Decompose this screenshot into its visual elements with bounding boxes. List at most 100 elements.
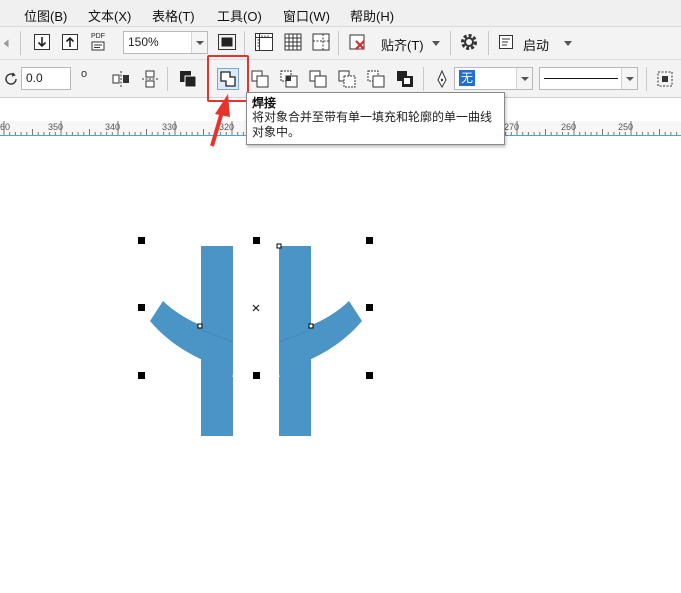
ruler-label: 340 (105, 122, 121, 132)
launcher-icon (499, 35, 513, 49)
weld-tooltip: 焊接 将对象合并至带有单一填充和轮廓的单一曲线对象中。 (246, 92, 505, 145)
chevron-down-icon[interactable] (564, 41, 572, 46)
front-minus-back-button[interactable] (336, 68, 358, 90)
import-button[interactable] (31, 31, 53, 53)
zoom-level-select[interactable]: 150% (123, 31, 208, 54)
chevron-down-icon[interactable] (432, 41, 440, 46)
options-button[interactable] (458, 31, 480, 53)
trim-button[interactable] (249, 68, 271, 90)
handle-top-right[interactable] (366, 237, 373, 244)
line-style-preview (544, 78, 618, 79)
back-minus-front-button[interactable] (365, 68, 387, 90)
ruler-label: 60 (0, 122, 11, 132)
pdf-label: PDF (91, 33, 105, 40)
node-marker[interactable] (308, 323, 314, 329)
toolbar-separator (450, 31, 451, 55)
center-cross-icon[interactable] (252, 304, 260, 312)
rulers-icon (255, 33, 273, 51)
export-button[interactable] (59, 31, 81, 53)
intersect-icon (280, 70, 298, 88)
snap-off-button[interactable] (347, 31, 369, 53)
full-screen-icon (218, 34, 236, 50)
combine-button[interactable] (177, 68, 199, 90)
standard-toolbar: PDF 150% 贴齐(T) 启动 (0, 27, 681, 60)
zoom-level-value: 150% (128, 35, 159, 49)
show-guidelines-button[interactable] (310, 31, 332, 53)
back-minus-front-icon (367, 70, 385, 88)
simplify-icon (309, 70, 327, 88)
rotation-icon-wrap (0, 68, 22, 90)
guidelines-icon (312, 33, 330, 51)
handle-bottom-center[interactable] (253, 372, 260, 379)
mirror-horizontal-icon (112, 71, 129, 87)
launch-button[interactable] (495, 31, 517, 53)
outline-pen-icon-wrap (431, 68, 453, 90)
chevron-down-icon[interactable] (516, 68, 532, 89)
overflow-icon[interactable] (3, 39, 9, 48)
gear-icon (461, 34, 477, 50)
grid-icon (284, 33, 302, 51)
rotation-angle-input[interactable]: 0.0 (21, 67, 71, 90)
menu-text[interactable]: 文本(X) (88, 6, 131, 25)
mirror-horizontal-button[interactable] (110, 68, 132, 90)
boundary-icon (397, 71, 413, 87)
ruler-label: 270 (504, 122, 520, 132)
front-minus-back-icon (338, 70, 356, 88)
chevron-down-icon[interactable] (621, 68, 637, 89)
tooltip-title: 焊接 (252, 96, 277, 110)
node-marker[interactable] (197, 323, 203, 329)
menu-bitmap[interactable]: 位图(B) (24, 6, 67, 25)
toolbar-separator (167, 67, 168, 91)
handle-top-left[interactable] (138, 237, 145, 244)
menu-tools[interactable]: 工具(O) (217, 6, 262, 25)
show-grid-button[interactable] (282, 31, 304, 53)
publish-pdf-button[interactable]: PDF (87, 31, 109, 53)
tooltip-description: 将对象合并至带有单一填充和轮廓的单一曲线对象中。 (252, 110, 493, 139)
handle-middle-right[interactable] (366, 304, 373, 311)
ruler-label: 350 (48, 122, 64, 132)
pointer-arrow-icon (210, 94, 230, 147)
show-rulers-button[interactable] (253, 31, 275, 53)
drawing-area[interactable] (0, 136, 681, 593)
import-icon (34, 34, 50, 50)
mirror-vertical-icon (142, 70, 158, 88)
boundary-button[interactable] (394, 68, 416, 90)
rotation-angle-value: 0.0 (26, 71, 43, 85)
menu-help[interactable]: 帮助(H) (350, 6, 394, 25)
toolbar-separator (488, 31, 489, 55)
chevron-down-icon[interactable] (191, 32, 207, 53)
toolbar-separator (423, 67, 424, 91)
outline-fill-select[interactable]: 无 (454, 67, 533, 90)
ruler-label: 250 (618, 122, 634, 132)
export-icon (62, 34, 78, 50)
handle-bottom-right[interactable] (366, 372, 373, 379)
ruler-label: 260 (561, 122, 577, 132)
menu-window[interactable]: 窗口(W) (283, 6, 330, 25)
drawing-canvas[interactable] (0, 136, 681, 593)
trim-icon (251, 70, 269, 88)
rotate-icon (5, 72, 17, 85)
selected-shape-group[interactable] (150, 246, 362, 436)
toolbar-separator (338, 31, 339, 55)
menu-bar: 位图(B) 文本(X) 表格(T) 工具(O) 窗口(W) 帮助(H) (0, 0, 681, 27)
toolbar-separator (646, 67, 647, 91)
simplify-button[interactable] (307, 68, 329, 90)
wrap-text-icon (657, 71, 673, 87)
toolbar-separator (20, 31, 21, 55)
handle-bottom-left[interactable] (138, 372, 145, 379)
snap-to-label[interactable]: 贴齐(T) (381, 35, 424, 54)
menu-table[interactable]: 表格(T) (152, 6, 195, 25)
mirror-vertical-button[interactable] (139, 68, 161, 90)
snap-off-icon (349, 34, 365, 50)
handle-top-center[interactable] (253, 237, 260, 244)
wrap-text-button[interactable] (654, 68, 676, 90)
launch-label[interactable]: 启动 (523, 35, 549, 54)
intersect-button[interactable] (278, 68, 300, 90)
toolbar-separator (244, 31, 245, 55)
ruler-label: 330 (162, 122, 178, 132)
line-style-select[interactable] (539, 67, 638, 90)
handle-middle-left[interactable] (138, 304, 145, 311)
node-marker[interactable] (276, 243, 282, 249)
full-screen-preview-button[interactable] (216, 31, 238, 53)
fill-value: 无 (459, 70, 476, 86)
